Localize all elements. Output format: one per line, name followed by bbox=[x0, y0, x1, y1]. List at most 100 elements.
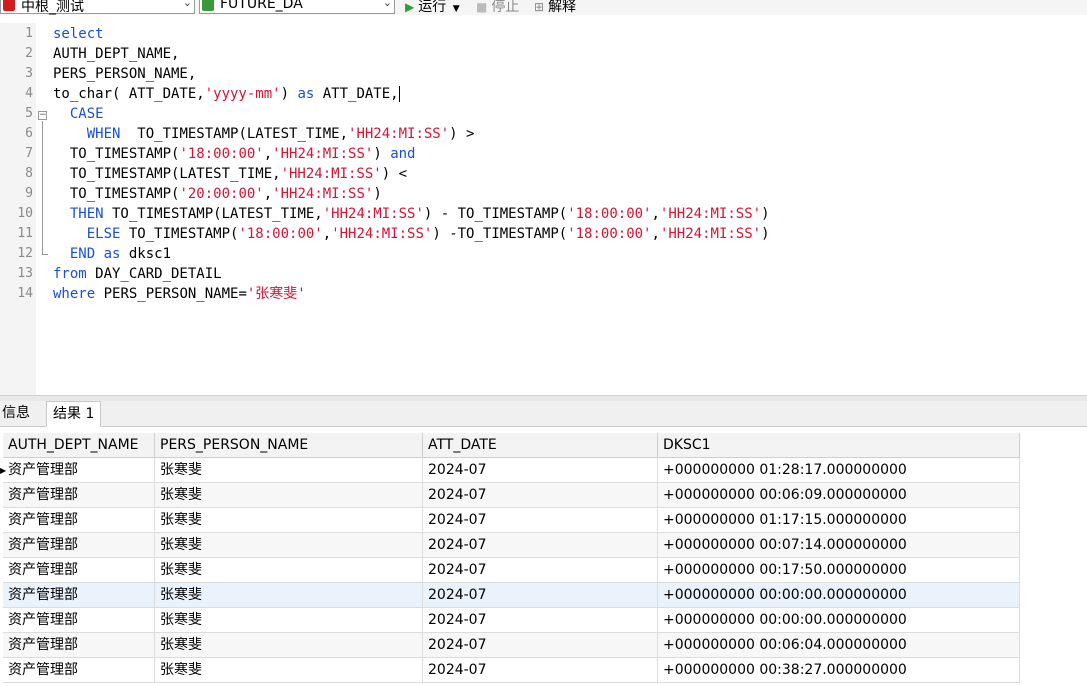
run-dropdown-icon[interactable]: ▼ bbox=[453, 4, 460, 14]
code-line[interactable]: 8 TO_TIMESTAMP(LATEST_TIME,'HH24:MI:SS')… bbox=[0, 164, 1087, 184]
fold-toggle-icon[interactable]: − bbox=[38, 111, 47, 120]
cell-dksc1[interactable]: +000000000 00:00:00.000000000 bbox=[658, 583, 1020, 608]
table-row[interactable]: 资产管理部 张寒斐 2024-07 +000000000 00:38:27.00000… bbox=[0, 658, 1020, 683]
code-text[interactable]: WHEN TO_TIMESTAMP(LATEST_TIME,'HH24:MI:S… bbox=[53, 124, 475, 144]
cell-pers-person-name[interactable]: 张寒斐 bbox=[155, 583, 423, 608]
table-row[interactable]: 资产管理部 张寒斐 2024-07 +000000000 01:17:15.00000… bbox=[0, 508, 1020, 533]
cell-pers-person-name[interactable]: 张寒斐 bbox=[155, 608, 423, 633]
code-text[interactable]: ELSE TO_TIMESTAMP('18:00:00','HH24:MI:SS… bbox=[53, 224, 770, 244]
code-line[interactable]: 10 THEN TO_TIMESTAMP(LATEST_TIME,'HH24:M… bbox=[0, 204, 1087, 224]
sql-text: TO_TIMESTAMP(LATEST_TIME, bbox=[53, 166, 281, 182]
code-line[interactable]: 13 from DAY_CARD_DETAIL bbox=[0, 264, 1087, 284]
cell-dksc1[interactable]: +000000000 00:06:09.000000000 bbox=[658, 483, 1020, 508]
cell-dksc1[interactable]: +000000000 00:06:04.000000000 bbox=[658, 633, 1020, 658]
cell-pers-person-name[interactable]: 张寒斐 bbox=[155, 558, 423, 583]
table-row[interactable]: 资产管理部 张寒斐 2024-07 +000000000 00:17:50.00000… bbox=[0, 558, 1020, 583]
schema-select[interactable]: FUTURE_DA ⌄ bbox=[199, 0, 395, 14]
cell-dksc1[interactable]: +000000000 01:28:17.000000000 bbox=[658, 458, 1020, 483]
cell-dksc1[interactable]: +000000000 00:00:00.000000000 bbox=[658, 608, 1020, 633]
cell-auth-dept-name[interactable]: 资产管理部 bbox=[3, 508, 155, 533]
cell-dksc1[interactable]: +000000000 00:17:50.000000000 bbox=[658, 558, 1020, 583]
code-text[interactable]: select bbox=[53, 24, 104, 44]
code-line[interactable]: 3 PERS_PERSON_NAME, bbox=[0, 64, 1087, 84]
cell-pers-person-name[interactable]: 张寒斐 bbox=[155, 483, 423, 508]
toolbar: 中根_测试 ⌄ FUTURE_DA ⌄ ▶ 运行 ▼ ■ 停止 ⊞ 解释 bbox=[0, 0, 1087, 15]
code-line[interactable]: 4 to_char( ATT_DATE,'yyyy-mm') as ATT_DAT… bbox=[0, 84, 1087, 104]
cell-auth-dept-name[interactable]: 资产管理部 bbox=[3, 558, 155, 583]
line-number: 11 bbox=[17, 226, 33, 241]
table-row[interactable]: 资产管理部 张寒斐 2024-07 +000000000 00:07:14.00000… bbox=[0, 533, 1020, 558]
cell-auth-dept-name[interactable]: 资产管理部 bbox=[3, 658, 155, 683]
sql-editor[interactable]: 1 select 2 AUTH_DEPT_NAME, 3 PERS_PERSON_NAME… bbox=[0, 23, 1087, 395]
cell-pers-person-name[interactable]: 张寒斐 bbox=[155, 658, 423, 683]
table-row[interactable]: 资产管理部 张寒斐 2024-07 +000000000 00:06:04.00000… bbox=[0, 633, 1020, 658]
cell-dksc1[interactable]: +000000000 00:07:14.000000000 bbox=[658, 533, 1020, 558]
cell-att-date[interactable]: 2024-07 bbox=[423, 483, 658, 508]
column-header-auth-dept-name[interactable]: AUTH_DEPT_NAME bbox=[3, 433, 155, 458]
cell-att-date[interactable]: 2024-07 bbox=[423, 558, 658, 583]
cell-auth-dept-name[interactable]: 资产管理部 bbox=[3, 533, 155, 558]
code-line[interactable]: 9 TO_TIMESTAMP('20:00:00','HH24:MI:SS') bbox=[0, 184, 1087, 204]
code-text[interactable]: CASE bbox=[53, 104, 104, 124]
run-button[interactable]: ▶ 运行 ▼ bbox=[405, 0, 460, 15]
cell-auth-dept-name[interactable]: 资产管理部 bbox=[3, 583, 155, 608]
code-line[interactable]: 14 where PERS_PERSON_NAME='张寒斐' bbox=[0, 284, 1087, 304]
cell-pers-person-name[interactable]: 张寒斐 bbox=[155, 458, 423, 483]
line-number: 9 bbox=[25, 186, 33, 201]
cell-pers-person-name[interactable]: 张寒斐 bbox=[155, 633, 423, 658]
stop-button[interactable]: ■ 停止 bbox=[476, 0, 519, 15]
code-text[interactable]: where PERS_PERSON_NAME='张寒斐' bbox=[53, 284, 306, 304]
cell-att-date[interactable]: 2024-07 bbox=[423, 658, 658, 683]
code-line[interactable]: 5 CASE bbox=[0, 104, 1087, 124]
code-line[interactable]: 2 AUTH_DEPT_NAME, bbox=[0, 44, 1087, 64]
connection-select-value: 中根_测试 bbox=[21, 0, 84, 15]
code-text[interactable]: TO_TIMESTAMP('18:00:00','HH24:MI:SS') an… bbox=[53, 144, 416, 164]
cell-att-date[interactable]: 2024-07 bbox=[423, 608, 658, 633]
code-line[interactable]: 1 select bbox=[0, 24, 1087, 44]
sql-keyword: as bbox=[297, 86, 315, 102]
cell-att-date[interactable]: 2024-07 bbox=[423, 583, 658, 608]
code-text[interactable]: TO_TIMESTAMP('20:00:00','HH24:MI:SS') bbox=[53, 184, 382, 204]
cell-att-date[interactable]: 2024-07 bbox=[423, 533, 658, 558]
tab-result-1[interactable]: 结果 1 bbox=[46, 401, 102, 427]
run-button-label: 运行 bbox=[418, 0, 447, 15]
cell-att-date[interactable]: 2024-07 bbox=[423, 508, 658, 533]
code-line[interactable]: 11 ELSE TO_TIMESTAMP('18:00:00','HH24:MI… bbox=[0, 224, 1087, 244]
code-text[interactable]: TO_TIMESTAMP(LATEST_TIME,'HH24:MI:SS') < bbox=[53, 164, 407, 184]
chevron-down-icon[interactable]: ⌄ bbox=[183, 0, 192, 9]
sql-text: TO_TIMESTAMP(LATEST_TIME, bbox=[120, 126, 349, 142]
cell-dksc1[interactable]: +000000000 01:17:15.000000000 bbox=[658, 508, 1020, 533]
sql-text: ) bbox=[373, 186, 382, 202]
code-line[interactable]: 7 TO_TIMESTAMP('18:00:00','HH24:MI:SS') … bbox=[0, 144, 1087, 164]
text-caret bbox=[398, 86, 400, 102]
code-line[interactable]: 6 WHEN TO_TIMESTAMP(LATEST_TIME,'HH24:MI… bbox=[0, 124, 1087, 144]
cell-auth-dept-name[interactable]: 资产管理部 bbox=[3, 633, 155, 658]
cell-att-date[interactable]: 2024-07 bbox=[423, 633, 658, 658]
cell-pers-person-name[interactable]: 张寒斐 bbox=[155, 533, 423, 558]
code-text[interactable]: PERS_PERSON_NAME, bbox=[53, 64, 196, 84]
cell-auth-dept-name[interactable]: 资产管理部 bbox=[3, 483, 155, 508]
tab-messages[interactable]: 信息 bbox=[0, 401, 36, 427]
code-text[interactable]: to_char( ATT_DATE,'yyyy-mm') as ATT_DATE… bbox=[53, 84, 400, 104]
column-header-dksc1[interactable]: DKSC1 bbox=[658, 433, 1020, 458]
explain-button[interactable]: ⊞ 解释 bbox=[534, 0, 576, 15]
cell-auth-dept-name[interactable]: 资产管理部 bbox=[3, 608, 155, 633]
code-text[interactable]: END as dksc1 bbox=[53, 244, 171, 264]
cell-att-date[interactable]: 2024-07 bbox=[423, 458, 658, 483]
cell-pers-person-name[interactable]: 张寒斐 bbox=[155, 508, 423, 533]
chevron-down-icon[interactable]: ⌄ bbox=[383, 0, 392, 9]
code-line[interactable]: 12 END as dksc1 bbox=[0, 244, 1087, 264]
code-text[interactable]: THEN TO_TIMESTAMP(LATEST_TIME,'HH24:MI:S… bbox=[53, 204, 770, 224]
code-text[interactable]: AUTH_DEPT_NAME, bbox=[53, 44, 179, 64]
table-row[interactable]: 资产管理部 张寒斐 2024-07 +000000000 00:00:00.00000… bbox=[0, 608, 1020, 633]
cell-dksc1[interactable]: +000000000 00:38:27.000000000 bbox=[658, 658, 1020, 683]
connection-select[interactable]: 中根_测试 ⌄ bbox=[0, 0, 195, 15]
table-row[interactable]: ▶ 资产管理部 张寒斐 2024-07 +000000000 01:28:17.0000… bbox=[0, 458, 1020, 483]
sql-keyword: where bbox=[53, 286, 96, 302]
column-header-att-date[interactable]: ATT_DATE bbox=[423, 433, 658, 458]
cell-auth-dept-name[interactable]: 资产管理部 bbox=[3, 458, 155, 483]
column-header-pers-person-name[interactable]: PERS_PERSON_NAME bbox=[155, 433, 423, 458]
code-text[interactable]: from DAY_CARD_DETAIL bbox=[53, 264, 222, 284]
table-row[interactable]: 资产管理部 张寒斐 2024-07 +000000000 00:06:09.00000… bbox=[0, 483, 1020, 508]
table-row[interactable]: 资产管理部 张寒斐 2024-07 +000000000 00:00:00.00000… bbox=[0, 583, 1020, 608]
